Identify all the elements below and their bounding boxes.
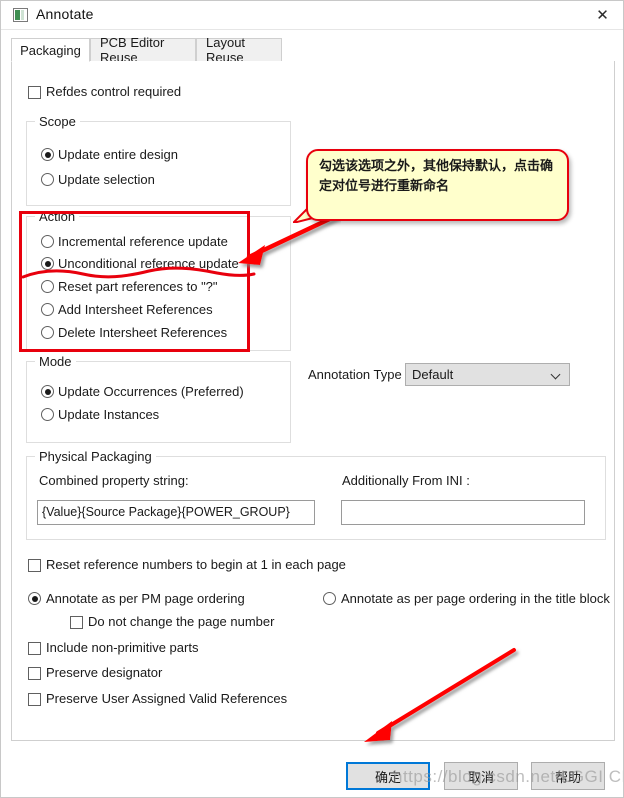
action-delete-intersheet-radio[interactable] xyxy=(41,326,54,339)
tab-strip: Packaging PCB Editor Reuse Layout Reuse xyxy=(11,35,615,65)
mode-update-instances-label: Update Instances xyxy=(58,407,160,422)
annotation-type-value: Default xyxy=(412,367,454,382)
action-add-intersheet-label: Add Intersheet References xyxy=(58,302,213,317)
reset-reference-numbers-label: Reset reference numbers to begin at 1 in… xyxy=(46,558,346,572)
preserve-designator-checkbox[interactable] xyxy=(28,667,41,680)
action-incremental-label: Incremental reference update xyxy=(58,234,228,249)
title-block-ordering-radio[interactable] xyxy=(323,592,336,605)
chevron-down-icon xyxy=(552,371,561,380)
refdes-control-checkbox[interactable] xyxy=(28,86,41,99)
preserve-user-assigned-label: Preserve User Assigned Valid References xyxy=(46,691,288,706)
mode-group: Mode xyxy=(26,354,291,443)
ok-button[interactable]: 确定 xyxy=(346,762,430,790)
annotation-type-select[interactable]: Default xyxy=(405,363,570,386)
combined-property-string-label: Combined property string: xyxy=(39,473,189,488)
combined-property-string-input[interactable]: {Value}{Source Package}{POWER_GROUP} xyxy=(37,500,315,525)
action-unconditional-radio[interactable] xyxy=(41,257,54,270)
action-delete-intersheet-label: Delete Intersheet References xyxy=(58,325,228,340)
annotate-dialog: Annotate ✕ Packaging PCB Editor Reuse La… xyxy=(0,0,624,798)
title-block-ordering-label: Annotate as per page ordering in the tit… xyxy=(341,592,610,606)
annotation-type-label: Annotation Type xyxy=(308,367,402,382)
action-unconditional-label: Unconditional reference update xyxy=(58,256,239,271)
tab-layout-reuse[interactable]: Layout Reuse xyxy=(196,35,282,65)
close-icon[interactable]: ✕ xyxy=(580,1,623,29)
tab-packaging[interactable]: Packaging xyxy=(11,38,90,62)
reset-reference-numbers-checkbox[interactable] xyxy=(28,559,41,572)
do-not-change-page-number-label: Do not change the page number xyxy=(88,614,275,629)
scope-update-selection-radio[interactable] xyxy=(41,173,54,186)
refdes-control-label: Refdes control required xyxy=(46,84,182,99)
action-incremental-radio[interactable] xyxy=(41,235,54,248)
mode-update-occurrences-label: Update Occurrences (Preferred) xyxy=(58,384,244,399)
scope-group-title: Scope xyxy=(35,114,80,129)
title-bar: Annotate ✕ xyxy=(1,1,623,30)
do-not-change-page-number-checkbox[interactable] xyxy=(70,616,83,629)
pm-page-ordering-label: Annotate as per PM page ordering xyxy=(46,591,245,606)
pm-page-ordering-radio[interactable] xyxy=(28,592,41,605)
scope-update-entire-design-radio[interactable] xyxy=(41,148,54,161)
preserve-designator-label: Preserve designator xyxy=(46,665,163,680)
window-title: Annotate xyxy=(36,6,94,22)
action-add-intersheet-radio[interactable] xyxy=(41,303,54,316)
action-group-title: Action xyxy=(35,209,80,224)
action-reset-part-references-label: Reset part references to "?" xyxy=(58,279,218,294)
help-button[interactable]: 帮助 xyxy=(531,762,605,790)
action-reset-part-references-radio[interactable] xyxy=(41,280,54,293)
mode-update-occurrences-radio[interactable] xyxy=(41,385,54,398)
scope-group: Scope xyxy=(26,114,291,206)
include-non-primitive-parts-label: Include non-primitive parts xyxy=(46,640,199,655)
physical-packaging-group: Physical Packaging xyxy=(26,449,606,540)
preserve-user-assigned-checkbox[interactable] xyxy=(28,693,41,706)
mode-update-instances-radio[interactable] xyxy=(41,408,54,421)
scope-update-entire-design-label: Update entire design xyxy=(58,147,178,162)
cancel-button[interactable]: 取消 xyxy=(444,762,518,790)
app-window-icon xyxy=(13,8,28,22)
additionally-from-ini-input[interactable] xyxy=(341,500,585,525)
include-non-primitive-parts-checkbox[interactable] xyxy=(28,642,41,655)
tab-pcb-editor-reuse[interactable]: PCB Editor Reuse xyxy=(90,35,196,65)
mode-group-title: Mode xyxy=(35,354,76,369)
additionally-from-ini-label: Additionally From INI : xyxy=(342,473,470,488)
scope-update-selection-label: Update selection xyxy=(58,172,155,187)
physical-packaging-group-title: Physical Packaging xyxy=(35,449,156,464)
